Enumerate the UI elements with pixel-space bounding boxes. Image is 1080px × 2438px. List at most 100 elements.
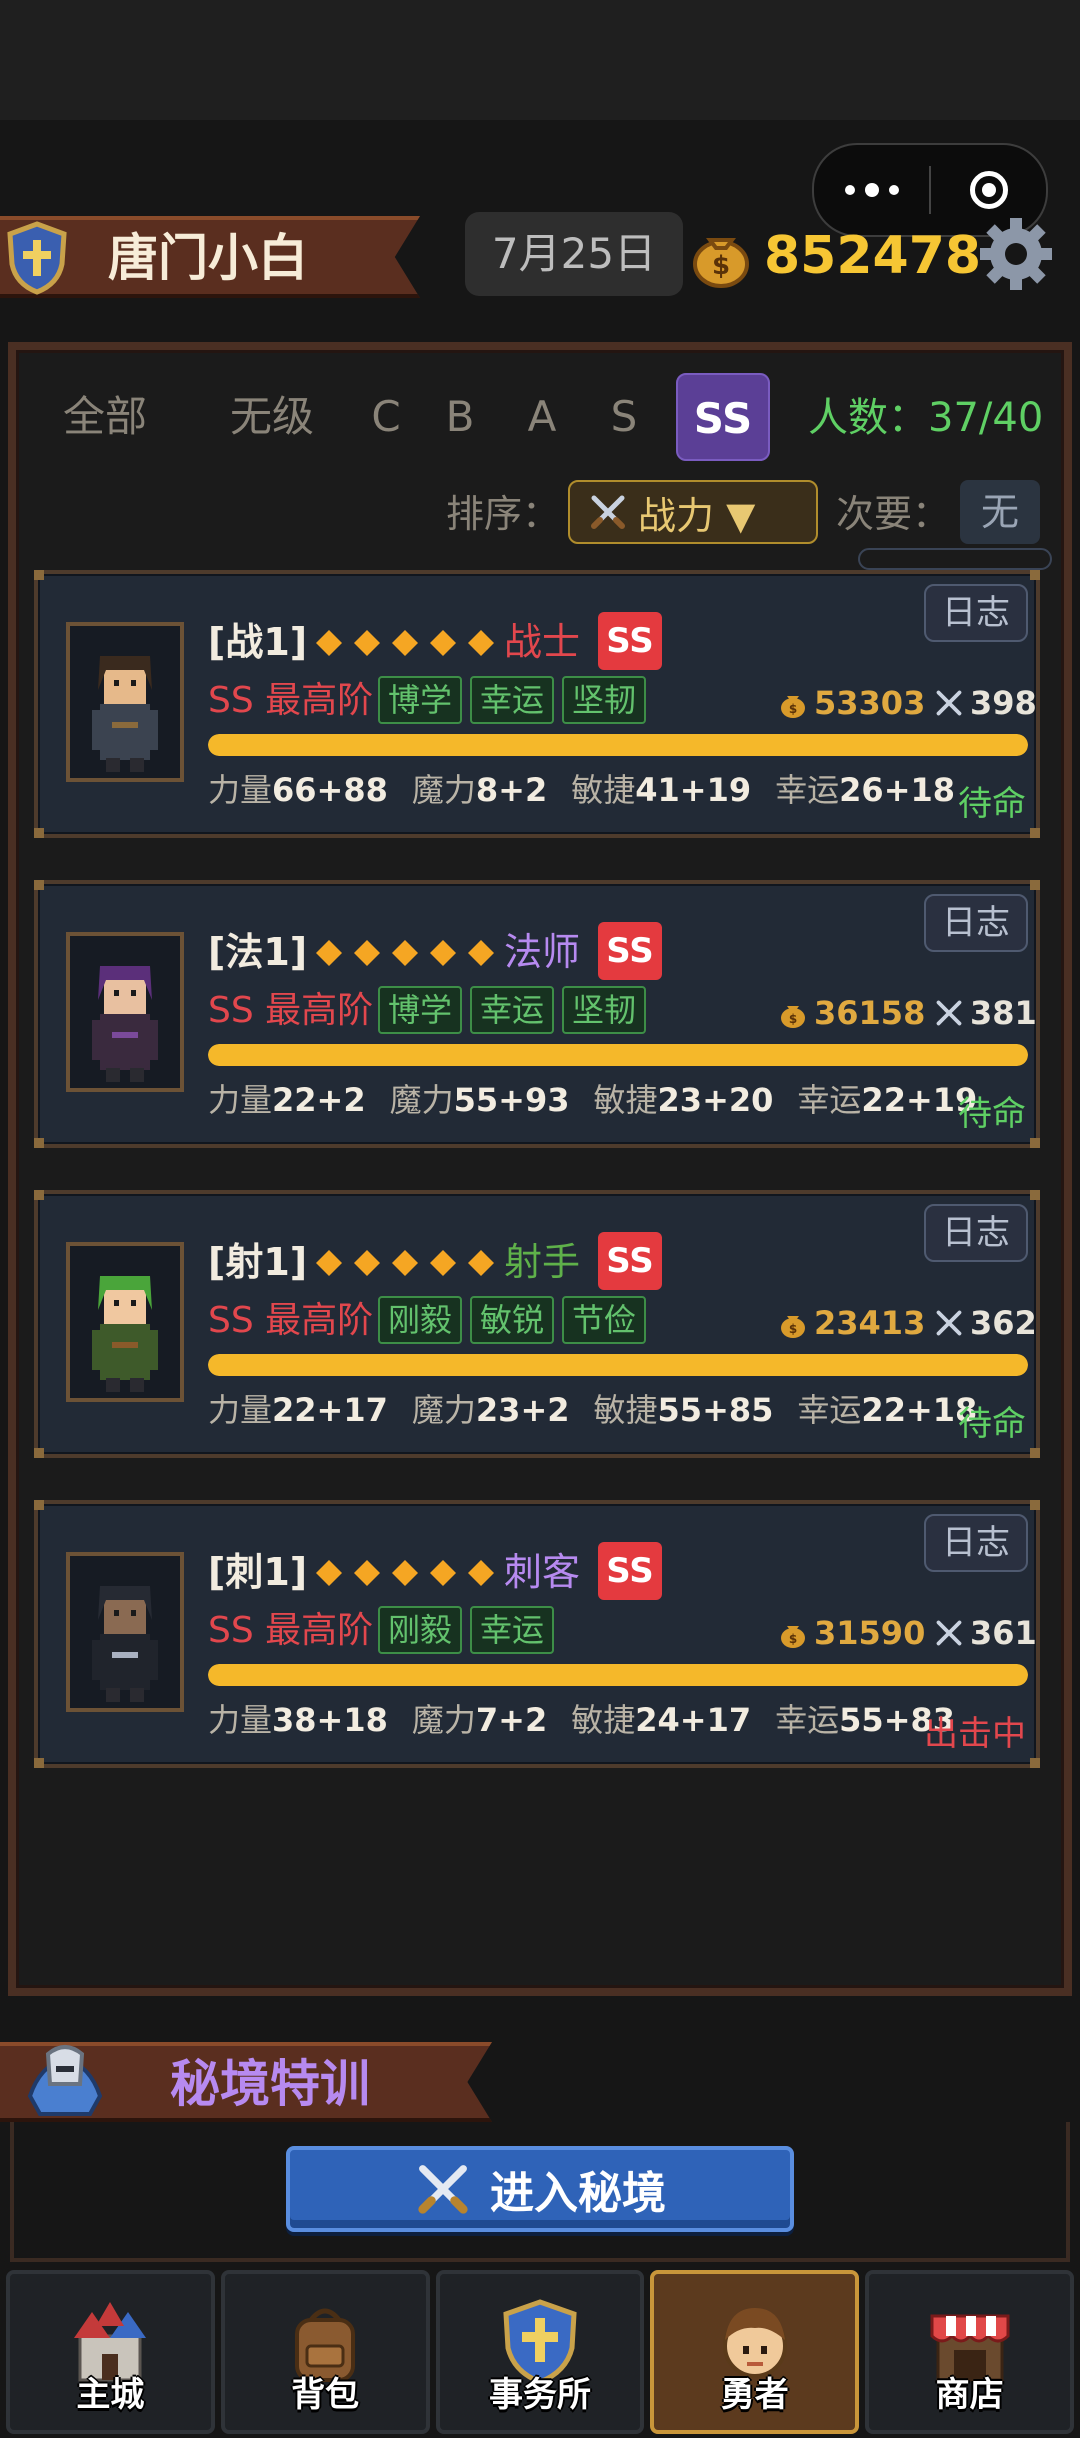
card-corner <box>1030 880 1040 890</box>
trait-tag: 节俭 <box>562 1296 647 1344</box>
log-button[interactable]: 日志 <box>924 1204 1028 1262</box>
hero-avatar-icon <box>92 656 158 772</box>
card-corner <box>1030 1138 1040 1148</box>
experience-bar-fill <box>208 1044 1028 1066</box>
hero-cost: $23413 <box>778 1298 925 1348</box>
hero-title: [战1] <box>208 620 308 664</box>
stat-label: 魔力 <box>411 771 476 809</box>
realm-title: 秘境特训 <box>170 2055 370 2113</box>
stat-value: 22+17 <box>272 1391 388 1429</box>
hero-title: [射1] <box>208 1240 308 1284</box>
hero-stars <box>314 1248 496 1278</box>
svg-text:$: $ <box>789 1322 797 1336</box>
svg-text:$: $ <box>789 1012 797 1026</box>
cost-value: 31590 <box>814 1614 926 1652</box>
star-diamond-icon <box>468 630 494 656</box>
nav-shop[interactable]: 商店 <box>865 2270 1074 2434</box>
filter-tab-c[interactable]: C <box>356 373 416 461</box>
settings-gear-icon[interactable] <box>976 214 1056 294</box>
grade-badge: SS <box>598 1542 662 1600</box>
hero-card[interactable]: [战1] 战士 SS 日志 SS 最高阶 博学 幸运 坚韧 $53303 398 力量66+88 魔力… <box>34 570 1040 838</box>
hero-card[interactable]: [射1] 射手 SS 日志 SS 最高阶 刚毅 敏锐 节俭 $23413 362 力量22+17 魔力… <box>34 1190 1040 1458</box>
nav-backpack[interactable]: 背包 <box>220 2270 430 2434</box>
hero-rank: SS 最高阶 <box>208 1300 374 1341</box>
player-name[interactable]: 唐门小白 <box>108 220 308 296</box>
close-miniprogram-icon[interactable] <box>931 171 1046 209</box>
more-menu-icon[interactable] <box>814 183 929 197</box>
stat-value: 26+18 <box>839 771 956 809</box>
hero-rank: SS 最高阶 <box>208 1610 374 1651</box>
nav-heroes[interactable]: 勇者 <box>650 2270 860 2434</box>
trait-tag: 幸运 <box>470 1606 555 1654</box>
hero-cost: $53303 <box>778 678 925 728</box>
nav-agency[interactable]: 事务所 <box>435 2270 645 2434</box>
sort-value: 战力 ▼ <box>638 493 756 538</box>
filter-tab-unranked[interactable]: 无级 <box>198 373 346 461</box>
experience-bar-fill <box>208 1354 1028 1376</box>
hero-portrait[interactable] <box>66 932 184 1092</box>
hero-status: 待命 <box>958 1094 1026 1134</box>
hero-card[interactable]: [刺1] 刺客 SS 日志 SS 最高阶 刚毅 幸运 $31590 361 力量38+18 魔力7+… <box>34 1500 1040 1768</box>
log-button[interactable]: 日志 <box>924 894 1028 952</box>
power-value: 361 <box>970 1614 1037 1652</box>
hero-status: 待命 <box>958 1404 1026 1444</box>
trait-tags: 博学 幸运 坚韧 <box>378 676 647 724</box>
gold-bag-icon: $ <box>781 1626 805 1648</box>
hero-portrait[interactable] <box>66 1242 184 1402</box>
hero-status: 待命 <box>958 784 1026 824</box>
card-corner <box>34 880 44 890</box>
grade-filter-tabs: 全部 无级 C B A S SS <box>56 372 770 462</box>
card-corner <box>34 570 44 580</box>
filter-tab-s[interactable]: S <box>594 373 654 461</box>
trait-tag: 敏锐 <box>470 1296 555 1344</box>
secondary-sort-dropdown[interactable]: 无 <box>960 480 1040 544</box>
stat-label: 敏捷 <box>571 771 636 809</box>
stat-label: 魔力 <box>411 1391 476 1429</box>
trait-tag: 幸运 <box>470 676 555 724</box>
enter-realm-label: 进入秘境 <box>490 2168 666 2219</box>
status-bar-area <box>0 0 1080 120</box>
grade-badge: SS <box>598 612 662 670</box>
filter-tab-b[interactable]: B <box>430 373 490 461</box>
nav-label: 事务所 <box>488 2375 591 2415</box>
star-diamond-icon <box>430 630 456 656</box>
stat-label: 幸运 <box>797 1081 862 1119</box>
filter-tab-ss[interactable]: SS <box>676 373 770 461</box>
hero-stats: 力量38+18 魔力7+2 敏捷24+17 幸运55+83 <box>208 1694 979 1746</box>
cost-value: 53303 <box>814 684 926 722</box>
gold-bag-icon: $ <box>693 238 749 288</box>
trait-tag: 刚毅 <box>378 1296 463 1344</box>
hero-status: 出击中 <box>924 1714 1026 1754</box>
sort-dropdown[interactable]: 战力 ▼ <box>568 480 818 544</box>
svg-text:$: $ <box>789 1632 797 1646</box>
star-diamond-icon <box>392 1560 418 1586</box>
log-button[interactable]: 日志 <box>924 1514 1028 1572</box>
hero-portrait[interactable] <box>66 1552 184 1712</box>
hero-power: 361 <box>934 1608 1037 1658</box>
star-diamond-icon <box>430 1560 456 1586</box>
cost-value: 23413 <box>814 1304 926 1342</box>
stat-label: 力量 <box>208 1081 273 1119</box>
hero-title: [法1] <box>208 930 308 974</box>
power-value: 362 <box>970 1304 1037 1342</box>
trait-tag: 刚毅 <box>378 1606 463 1654</box>
card-corner <box>34 828 44 838</box>
power-value: 398 <box>970 684 1037 722</box>
hero-class: 刺客 <box>504 1550 581 1594</box>
hero-portrait[interactable] <box>66 622 184 782</box>
log-button[interactable]: 日志 <box>924 584 1028 642</box>
stat-value: 23+2 <box>475 1391 570 1429</box>
card-corner <box>1030 1448 1040 1458</box>
stat-value: 24+17 <box>635 1701 752 1739</box>
experience-bar <box>208 1044 1028 1066</box>
nav-main-city[interactable]: 主城 <box>6 2270 215 2434</box>
filter-tab-all[interactable]: 全部 <box>56 373 154 461</box>
grade-badge: SS <box>598 922 662 980</box>
hero-card[interactable]: [法1] 法师 SS 日志 SS 最高阶 博学 幸运 坚韧 $36158 381 力量22+2 魔力5… <box>34 880 1040 1148</box>
power-value: 381 <box>970 994 1037 1032</box>
hero-stars <box>314 1558 496 1588</box>
filter-tab-a[interactable]: A <box>512 373 572 461</box>
trait-tags: 博学 幸运 坚韧 <box>378 986 647 1034</box>
enter-realm-button[interactable]: 进入秘境 <box>286 2146 794 2232</box>
star-diamond-icon <box>354 1560 380 1586</box>
